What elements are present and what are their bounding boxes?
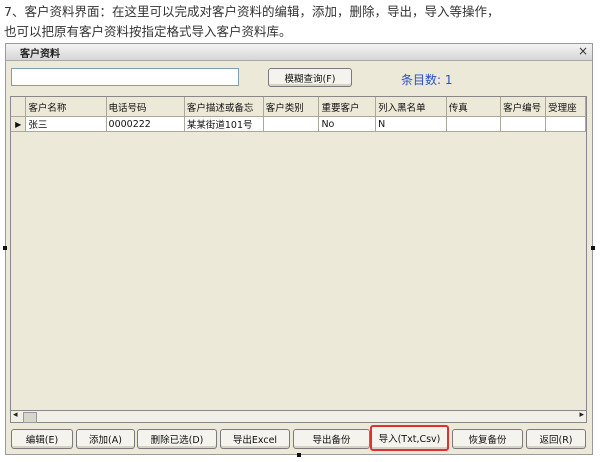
table-cell[interactable] <box>545 116 586 132</box>
window-title: 客户资料 <box>20 49 60 60</box>
column-header[interactable]: 受理座 <box>545 97 586 117</box>
resize-handle-right[interactable] <box>591 246 595 250</box>
scroll-left-icon[interactable]: ◂ <box>13 410 18 420</box>
restore-backup-button[interactable]: 恢复备份 <box>452 429 523 449</box>
resize-handle-bottom[interactable] <box>297 453 301 457</box>
column-header[interactable]: 电话号码 <box>106 97 185 117</box>
row-selector-icon[interactable]: ▶ <box>11 116 27 132</box>
edit-button[interactable]: 编辑(E) <box>11 429 73 449</box>
column-header[interactable]: 重要客户 <box>318 97 377 117</box>
column-header[interactable]: 列入黑名单 <box>375 97 447 117</box>
table-cell[interactable] <box>263 116 320 132</box>
customer-data-window: 客户资料 × 模糊查询(F) 条目数: 1 客户名称 电话号码 客户描述或备忘 … <box>5 43 593 455</box>
scrollbar-thumb[interactable] <box>23 412 37 423</box>
customer-grid: 客户名称 电话号码 客户描述或备忘 客户类别 重要客户 列入黑名单 传真 客户编… <box>11 97 586 132</box>
column-header[interactable]: 客户编号 <box>500 97 547 117</box>
fuzzy-search-button[interactable]: 模糊查询(F) <box>268 68 352 87</box>
export-backup-button[interactable]: 导出备份 <box>293 429 370 449</box>
table-cell[interactable] <box>500 116 547 132</box>
back-button[interactable]: 返回(R) <box>526 429 586 449</box>
column-header[interactable]: 客户名称 <box>25 97 107 117</box>
table-cell[interactable]: No <box>318 116 377 132</box>
table-cell[interactable] <box>446 116 502 132</box>
window-titlebar: 客户资料 × <box>6 44 592 61</box>
close-icon[interactable]: × <box>578 44 588 59</box>
column-header[interactable]: 客户描述或备忘 <box>184 97 264 117</box>
item-count-label: 条目数: 1 <box>401 73 453 87</box>
row-indicator-header <box>11 97 27 117</box>
table-cell[interactable]: 0000222 <box>106 116 185 132</box>
scroll-right-icon[interactable]: ▸ <box>579 410 584 420</box>
export-excel-button[interactable]: 导出Excel <box>220 429 290 449</box>
search-input[interactable] <box>11 68 239 86</box>
table-row[interactable]: ▶ 张三 0000222 某某街道101号 No N <box>11 116 586 132</box>
caption-line-2: 也可以把原有客户资料按指定格式导入客户资料库。 <box>4 24 292 39</box>
add-button[interactable]: 添加(A) <box>76 429 135 449</box>
table-header-row: 客户名称 电话号码 客户描述或备忘 客户类别 重要客户 列入黑名单 传真 客户编… <box>11 97 586 117</box>
horizontal-scrollbar[interactable]: ◂ ▸ <box>10 410 587 423</box>
customer-table[interactable]: 客户名称 电话号码 客户描述或备忘 客户类别 重要客户 列入黑名单 传真 客户编… <box>10 96 587 423</box>
table-cell[interactable]: 张三 <box>25 116 107 132</box>
table-cell[interactable]: 某某街道101号 <box>184 116 264 132</box>
import-txt-csv-button[interactable]: 导入(Txt,Csv) <box>370 425 449 451</box>
delete-selected-button[interactable]: 删除已选(D) <box>137 429 217 449</box>
caption-line-1: 7、客户资料界面：在这里可以完成对客户资料的编辑，添加，删除，导出，导入等操作， <box>4 4 500 19</box>
column-header[interactable]: 传真 <box>446 97 502 117</box>
instruction-caption: 7、客户资料界面：在这里可以完成对客户资料的编辑，添加，删除，导出，导入等操作，… <box>4 2 600 42</box>
table-cell[interactable]: N <box>375 116 447 132</box>
column-header[interactable]: 客户类别 <box>263 97 320 117</box>
resize-handle-left[interactable] <box>3 246 7 250</box>
